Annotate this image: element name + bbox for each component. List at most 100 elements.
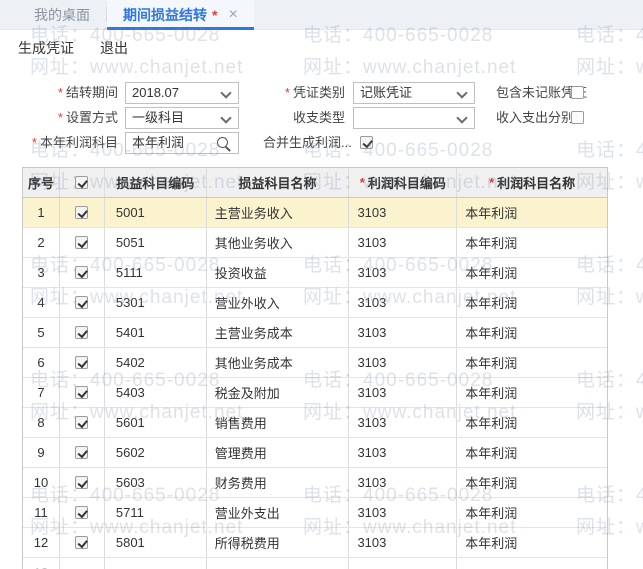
table-row[interactable]: 2 5051 其他业务收入 3103 本年利润: [23, 228, 607, 258]
col-header-no: 序号: [23, 168, 60, 197]
profit-account-name: 本年利润: [465, 476, 518, 491]
table-row[interactable]: 11 5711 营业外支出 3103 本年利润: [23, 498, 607, 528]
row-select-cell: [60, 228, 105, 257]
row-checkbox[interactable]: [75, 536, 89, 549]
row-checkbox[interactable]: [75, 356, 89, 369]
profit-account-code: 3103: [349, 198, 458, 227]
table-row[interactable]: 12 5801 所得税费用 3103 本年利润: [23, 528, 607, 558]
row-number: 9: [23, 438, 60, 467]
profit-account-code: 3103: [349, 408, 458, 437]
row-checkbox[interactable]: [75, 206, 89, 219]
tab-bar: 我的桌面 期间损益结转 * ×: [0, 0, 643, 30]
pl-account-code: 5301: [105, 288, 207, 317]
row-number: 8: [23, 408, 60, 437]
row-select-cell: [60, 378, 105, 407]
pl-account-name: 销售费用: [207, 408, 350, 437]
search-icon[interactable]: [217, 137, 228, 148]
table-row[interactable]: 5 5401 主营业务成本 3103 本年利润: [23, 318, 607, 348]
row-checkbox[interactable]: [75, 266, 89, 279]
table-row[interactable]: 10 5603 财务费用 3103 本年利润: [23, 468, 607, 498]
row-select-cell: [60, 498, 105, 527]
table-row[interactable]: 8 5601 销售费用 3103 本年利润: [23, 408, 607, 438]
pl-account-name: 投资收益: [207, 258, 350, 287]
voucher-type-select[interactable]: 记账凭证: [353, 82, 475, 104]
table-row[interactable]: 1 5001 主营业务收入 3103 本年利润: [23, 198, 607, 228]
row-select-cell: [60, 468, 105, 497]
row-number: 2: [23, 228, 60, 257]
profit-account-input[interactable]: 本年利润: [125, 132, 239, 154]
profit-account-code: 3103: [349, 378, 458, 407]
generate-voucher-button[interactable]: 生成凭证: [18, 38, 74, 58]
row-select-cell: [60, 288, 105, 317]
table-row[interactable]: 3 5111 投资收益 3103 本年利润: [23, 258, 607, 288]
profit-account-value: 本年利润: [132, 135, 185, 150]
profit-account-name: 本年利润: [465, 536, 518, 551]
row-checkbox[interactable]: [75, 446, 89, 459]
profit-account-code: 3103: [349, 348, 458, 377]
profit-account-name: 本年利润: [465, 446, 518, 461]
income-expense-type-select[interactable]: [353, 107, 475, 129]
profit-account-code: 3103: [349, 228, 458, 257]
row-checkbox[interactable]: [75, 296, 89, 309]
col-header-profit-code: * 利润科目编码: [349, 168, 458, 197]
income-expense-separate-checkbox[interactable]: [571, 111, 584, 124]
income-expense-type-label: 收支类型: [292, 110, 345, 125]
row-select-cell: [60, 558, 105, 569]
merge-generate-profit-checkbox[interactable]: [360, 136, 373, 149]
chevron-down-icon: [456, 87, 468, 99]
pl-account-name: 营业外支出: [207, 498, 350, 527]
profit-account-code: 3103: [349, 288, 458, 317]
select-all-checkbox[interactable]: [75, 176, 89, 189]
table-row[interactable]: 13: [23, 558, 607, 569]
row-select-cell: [60, 348, 105, 377]
watermark-phone: 电话：400-665-0028: [576, 140, 643, 161]
row-checkbox[interactable]: [75, 236, 89, 249]
table-row[interactable]: 7 5403 税金及附加 3103 本年利润: [23, 378, 607, 408]
pl-account-name: 管理费用: [207, 438, 350, 467]
carryover-period-value: 2018.07: [132, 85, 179, 100]
close-icon[interactable]: ×: [228, 6, 237, 23]
table-row[interactable]: 9 5602 管理费用 3103 本年利润: [23, 438, 607, 468]
row-number: 12: [23, 528, 60, 557]
profit-account-name: 本年利润: [465, 296, 518, 311]
exit-button[interactable]: 退出: [100, 38, 128, 58]
carryover-period-select[interactable]: 2018.07: [125, 82, 239, 104]
setting-mode-value: 一级科目: [132, 110, 185, 125]
table-row[interactable]: 4 5301 营业外收入 3103 本年利润: [23, 288, 607, 318]
col-header-select-all: [60, 168, 105, 197]
pl-account-name: 财务费用: [207, 468, 350, 497]
row-number: 10: [23, 468, 60, 497]
profit-account-name: 本年利润: [465, 206, 518, 221]
setting-mode-label: * 设置方式: [57, 110, 118, 125]
pl-account-name: 所得税费用: [207, 528, 350, 557]
row-checkbox[interactable]: [75, 506, 89, 519]
row-number: 4: [23, 288, 60, 317]
profit-account-name: 本年利润: [465, 356, 518, 371]
chevron-down-icon: [220, 87, 232, 99]
row-number: 11: [23, 498, 60, 527]
profit-account-code: 3103: [349, 258, 458, 287]
pl-account-name: 税金及附加: [207, 378, 350, 407]
pl-account-code: [105, 558, 207, 569]
pl-account-name: 主营业务收入: [207, 198, 350, 227]
pl-account-code: 5403: [105, 378, 207, 407]
profit-account-name: 本年利润: [465, 416, 518, 431]
tab-label: 我的桌面: [34, 6, 90, 23]
carryover-period-label: * 结转期间: [57, 85, 118, 100]
profit-account-name: 本年利润: [465, 326, 518, 341]
row-checkbox[interactable]: [75, 416, 89, 429]
tab-period-pl-carryover[interactable]: 期间损益结转 * ×: [107, 0, 254, 30]
profit-account-name: 本年利润: [465, 236, 518, 251]
pl-account-name: 主营业务成本: [207, 318, 350, 347]
pl-account-code: 5401: [105, 318, 207, 347]
include-unposted-checkbox[interactable]: [571, 86, 584, 99]
tab-my-desktop[interactable]: 我的桌面: [18, 0, 106, 29]
unsaved-marker: *: [212, 6, 218, 23]
row-checkbox[interactable]: [75, 326, 89, 339]
row-checkbox[interactable]: [75, 386, 89, 399]
row-select-cell: [60, 258, 105, 287]
table-row[interactable]: 6 5402 其他业务成本 3103 本年利润: [23, 348, 607, 378]
tab-label: 期间损益结转: [123, 6, 207, 23]
row-checkbox[interactable]: [75, 476, 89, 489]
setting-mode-select[interactable]: 一级科目: [125, 107, 239, 129]
